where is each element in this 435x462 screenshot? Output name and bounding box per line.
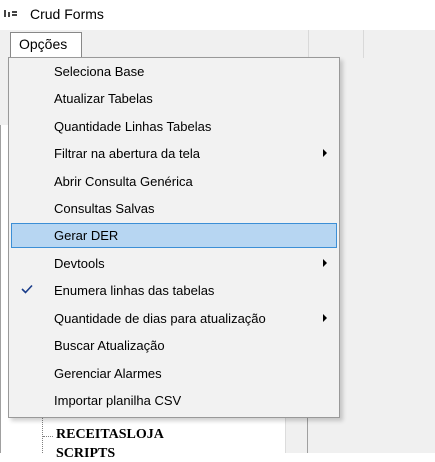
tree-connector-branch	[43, 436, 53, 437]
menu-item-seleciona-base[interactable]: Seleciona Base	[11, 59, 337, 84]
menu-item-devtools[interactable]: Devtools	[11, 251, 337, 276]
menu-item-label: Consultas Salvas	[54, 201, 155, 216]
menu-item-label: Quantidade Linhas Tabelas	[54, 119, 212, 134]
menu-item-abrir-consulta-generica[interactable]: Abrir Consulta Genérica	[11, 169, 337, 194]
menu-item-atualizar-tabelas[interactable]: Atualizar Tabelas	[11, 86, 337, 111]
menubar-panel	[308, 30, 364, 58]
menu-item-quantidade-linhas-tabelas[interactable]: Quantidade Linhas Tabelas	[11, 114, 337, 139]
menu-item-label: Filtrar na abertura da tela	[54, 146, 200, 161]
menu-opcoes[interactable]: Opções	[10, 32, 82, 58]
tree-node-receitasloja[interactable]: RECEITASLOJA	[56, 427, 164, 443]
window-title: Crud Forms	[30, 6, 104, 22]
tree-node-scripts[interactable]: SCRIPTS	[56, 446, 115, 462]
menu-item-label: Seleciona Base	[54, 64, 145, 79]
checkmark-icon	[20, 282, 34, 296]
menu-item-gerar-der[interactable]: Gerar DER	[11, 223, 337, 248]
menu-item-buscar-atualizacao[interactable]: Buscar Atualização	[11, 333, 337, 358]
menu-item-label: Atualizar Tabelas	[54, 91, 153, 106]
menu-item-label: Abrir Consulta Genérica	[54, 174, 193, 189]
app-icon	[4, 9, 18, 18]
menu-item-importar-planilha-csv[interactable]: Importar planilha CSV	[11, 388, 337, 413]
opcoes-dropdown-menu: Seleciona Base Atualizar Tabelas Quantid…	[8, 57, 340, 418]
menu-item-label: Buscar Atualização	[54, 338, 165, 353]
menu-item-label: Quantidade de dias para atualização	[54, 311, 266, 326]
menu-item-enumera-linhas[interactable]: Enumera linhas das tabelas	[11, 278, 337, 303]
submenu-arrow-icon	[323, 259, 327, 267]
menu-item-label: Importar planilha CSV	[54, 393, 182, 408]
menu-item-label: Gerenciar Alarmes	[54, 366, 162, 381]
menu-item-quantidade-dias-atualizacao[interactable]: Quantidade de dias para atualização	[11, 306, 337, 331]
menu-item-label: Gerar DER	[54, 228, 119, 243]
menu-item-consultas-salvas[interactable]: Consultas Salvas	[11, 196, 337, 221]
menu-item-label: Enumera linhas das tabelas	[54, 283, 215, 298]
submenu-arrow-icon	[323, 149, 327, 157]
menu-item-label: Devtools	[54, 256, 105, 271]
menu-item-gerenciar-alarmes[interactable]: Gerenciar Alarmes	[11, 361, 337, 386]
menu-item-filtrar-abertura-tela[interactable]: Filtrar na abertura da tela	[11, 141, 337, 166]
menu-opcoes-label: Opções	[19, 36, 68, 52]
submenu-arrow-icon	[323, 314, 327, 322]
title-bar: Crud Forms	[0, 0, 435, 30]
